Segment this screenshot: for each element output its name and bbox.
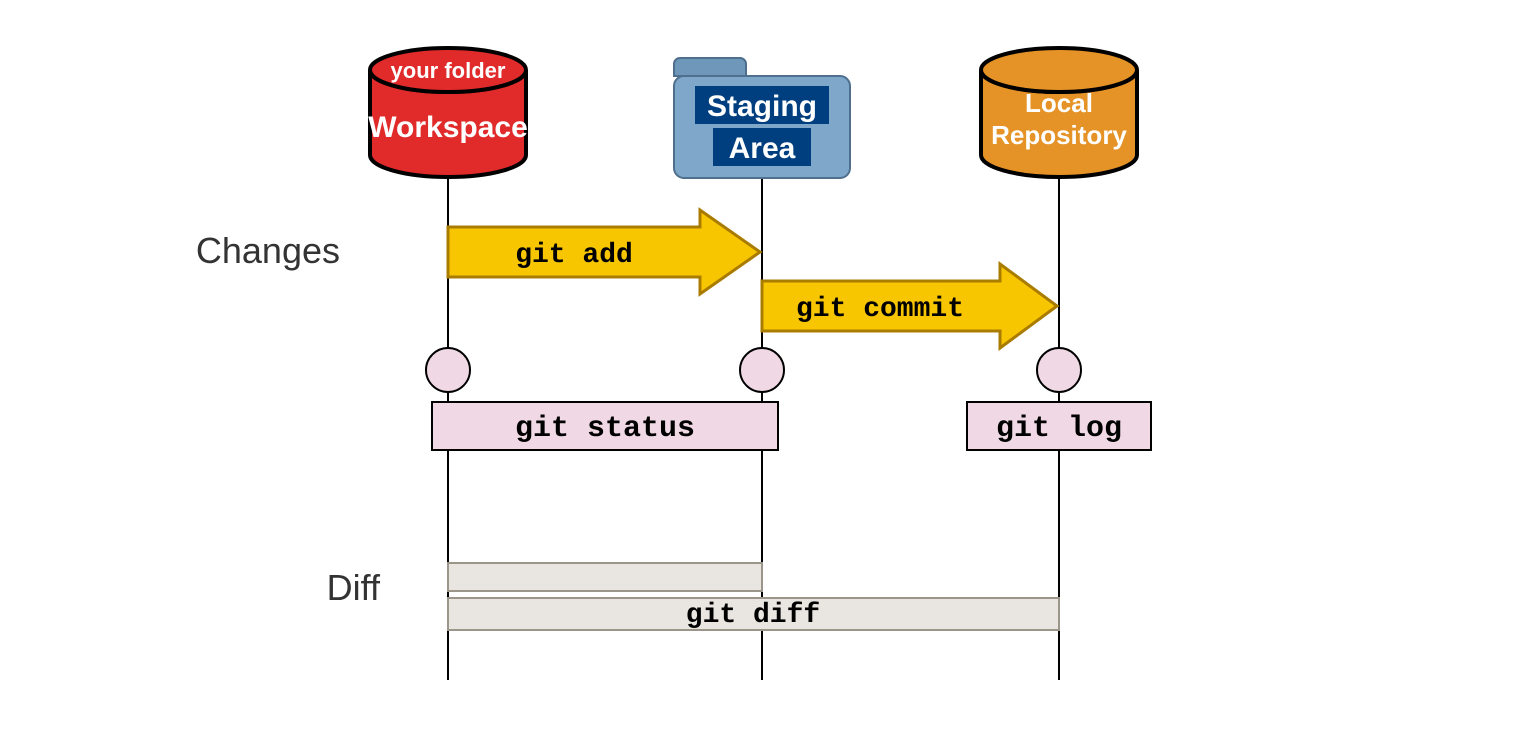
arrow-git-add-label: git add — [515, 240, 633, 271]
local-label-line1: Local — [1025, 88, 1093, 118]
box-git-status-label: git status — [515, 412, 695, 446]
workspace-caption: your folder — [391, 58, 506, 83]
workspace-cylinder: your folder Workspace — [368, 48, 528, 177]
diff-band-git-diff-label: git diff — [686, 600, 820, 631]
local-repo-cylinder: Local Repository — [981, 48, 1137, 177]
staging-folder: Staging Area — [674, 58, 850, 178]
box-git-log-label: git log — [996, 412, 1122, 446]
staging-label-line2: Area — [729, 132, 796, 165]
state-dot-local — [1037, 348, 1081, 392]
row-label-diff: Diff — [327, 567, 381, 608]
state-dot-staging — [740, 348, 784, 392]
arrow-git-add: git add — [448, 210, 760, 294]
arrow-git-commit: git commit — [762, 264, 1057, 348]
box-git-status: git status — [432, 402, 778, 450]
box-git-log: git log — [967, 402, 1151, 450]
row-label-changes: Changes — [196, 230, 340, 271]
state-markers — [426, 348, 1081, 392]
arrow-git-commit-label: git commit — [796, 294, 964, 325]
local-label-line2: Repository — [991, 120, 1127, 150]
workspace-label: Workspace — [368, 111, 528, 144]
staging-label-line1: Staging — [707, 90, 817, 123]
diff-band-git-diff: git diff — [448, 598, 1059, 631]
state-dot-workspace — [426, 348, 470, 392]
diff-band-short — [448, 563, 762, 591]
git-diagram: your folder Workspace Staging Area Local… — [0, 0, 1531, 735]
